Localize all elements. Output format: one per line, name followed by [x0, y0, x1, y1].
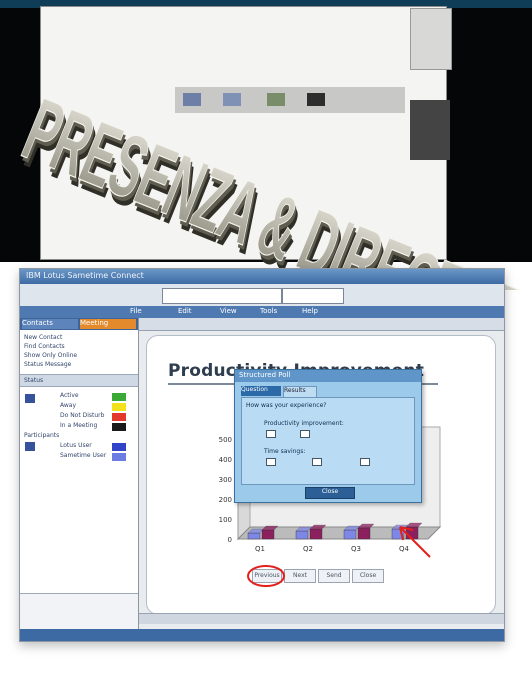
- annotation-arrow: [399, 526, 431, 558]
- headline-3d: PRESENZA & DIRECTORY PRESENZA & DIRECTOR…: [10, 79, 532, 290]
- annotation-circle: [247, 565, 285, 587]
- app-screenshot: IBM Lotus Sametime Connect File Edit Vie…: [19, 268, 505, 642]
- annotation-layer: [247, 526, 431, 587]
- headline: PRESENZA & DIRECTORY: [11, 80, 532, 290]
